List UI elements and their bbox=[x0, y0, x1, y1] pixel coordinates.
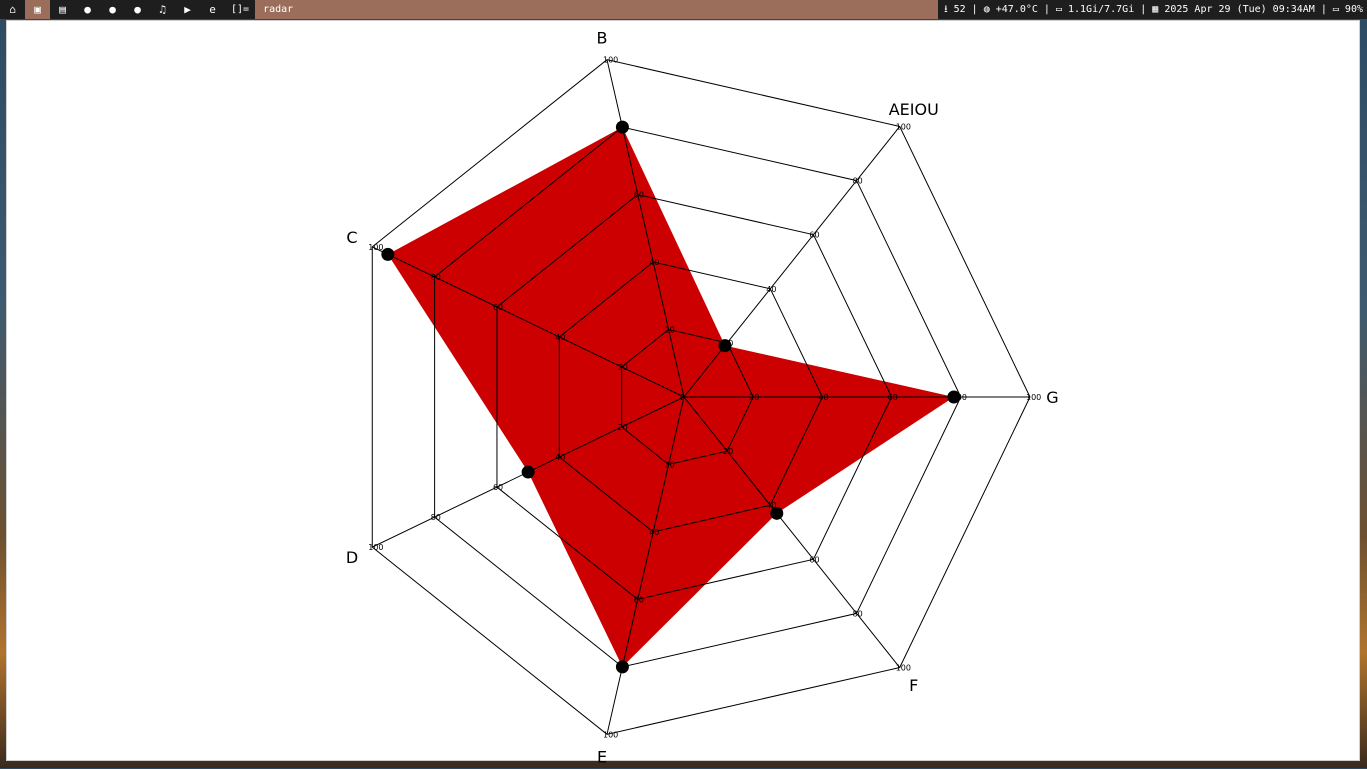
tick-label: 100 bbox=[896, 664, 911, 673]
tick-label: 100 bbox=[368, 543, 383, 552]
tick-label: 60 bbox=[493, 483, 503, 492]
axis-label: C bbox=[346, 228, 357, 247]
spoke-AEIOU bbox=[683, 126, 901, 398]
data-point bbox=[521, 465, 535, 479]
data-point bbox=[381, 247, 395, 261]
tick-label: 80 bbox=[853, 177, 863, 186]
tick-label: 40 bbox=[555, 333, 565, 342]
axis-label: E bbox=[597, 747, 607, 766]
data-point bbox=[615, 120, 629, 134]
tick-label: 40 bbox=[766, 285, 776, 294]
data-point bbox=[770, 506, 784, 520]
tick-label: 20 bbox=[665, 460, 675, 469]
tick-label: 20 bbox=[618, 423, 628, 432]
tick-label: 100 bbox=[1026, 393, 1041, 402]
tick-label: 100 bbox=[603, 56, 618, 65]
tick-label: 80 bbox=[431, 273, 441, 282]
chart-window: 0204060801000204060801000204060801000204… bbox=[6, 20, 1360, 766]
tick-label: 60 bbox=[493, 303, 503, 312]
tick-label: 80 bbox=[853, 609, 863, 618]
tick-label: 80 bbox=[431, 513, 441, 522]
tick-label: 40 bbox=[555, 453, 565, 462]
tick-label: 0 bbox=[680, 393, 685, 402]
data-point bbox=[947, 390, 961, 404]
tick-label: 40 bbox=[649, 258, 659, 267]
axis-label: AEIOU bbox=[889, 100, 939, 119]
data-point bbox=[615, 660, 629, 674]
data-point bbox=[718, 339, 732, 353]
axis-label: G bbox=[1046, 388, 1058, 407]
tick-label: 60 bbox=[634, 191, 644, 200]
tick-label: 60 bbox=[809, 231, 819, 240]
tick-label: 20 bbox=[723, 447, 733, 456]
tick-label: 60 bbox=[809, 555, 819, 564]
tick-label: 100 bbox=[603, 730, 618, 739]
axis-label: B bbox=[597, 29, 608, 48]
tick-label: 60 bbox=[888, 393, 898, 402]
tick-label: 40 bbox=[818, 393, 828, 402]
axis-label: D bbox=[346, 548, 358, 567]
tick-label: 40 bbox=[649, 528, 659, 537]
tick-label: 100 bbox=[368, 243, 383, 252]
tick-label: 20 bbox=[618, 363, 628, 372]
tick-label: 20 bbox=[665, 326, 675, 335]
radar-chart: 0204060801000204060801000204060801000204… bbox=[346, 29, 1059, 767]
tick-label: 20 bbox=[749, 393, 759, 402]
tick-label: 100 bbox=[896, 122, 911, 131]
tick-label: 60 bbox=[634, 595, 644, 604]
axis-label: F bbox=[909, 676, 918, 695]
